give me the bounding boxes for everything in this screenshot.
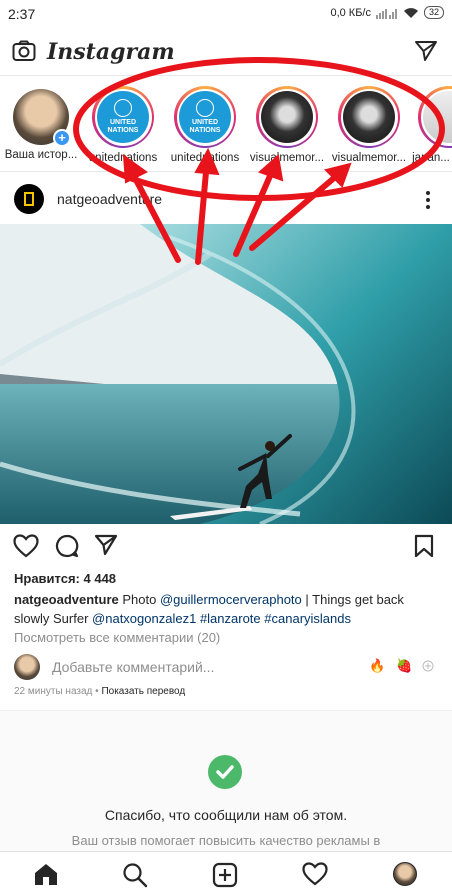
stories-tray: + Ваша истор... UNITED NATIONS unitednat… <box>0 82 452 172</box>
post-username[interactable]: natgeoadventure <box>57 191 162 207</box>
caption-hashtag[interactable]: #canaryislands <box>264 611 351 626</box>
caption-mention[interactable]: @natxogonzalez1 <box>92 611 196 626</box>
signal-icon <box>375 8 397 19</box>
post-header: natgeoadventure <box>0 180 452 220</box>
new-post-plus-icon[interactable] <box>212 862 238 888</box>
search-icon[interactable] <box>122 862 148 888</box>
add-story-plus-icon[interactable]: + <box>53 129 71 147</box>
activity-heart-icon[interactable] <box>302 862 328 886</box>
post-timestamp: 22 минуты назад <box>14 686 93 697</box>
feedback-sub-text: Ваш отзыв помогает повысить качество рек… <box>71 833 381 848</box>
story-unitednations-2[interactable]: UNITED NATIONS unitednations <box>164 86 246 164</box>
ad-feedback-panel: Спасибо, что сообщили нам об этом. Ваш о… <box>0 710 452 860</box>
comment-bubble-icon[interactable] <box>55 534 79 558</box>
story-avatar <box>343 91 395 143</box>
story-name: unitednations <box>88 152 158 164</box>
strawberry-emoji-button[interactable]: 🍓 <box>396 658 412 674</box>
fire-emoji-button[interactable]: 🔥 <box>369 658 385 674</box>
story-visualmemor-2[interactable]: visualmemor... <box>328 86 410 164</box>
camera-icon[interactable] <box>12 40 36 62</box>
story-name: unitednations <box>170 152 240 164</box>
bottom-navigation <box>0 851 452 895</box>
instagram-logo: Instagram <box>47 39 175 65</box>
natgeo-avatar[interactable] <box>14 184 44 214</box>
un-logo-text: NATIONS <box>189 127 221 134</box>
story-name: Ваша истор... <box>4 149 78 161</box>
caption-hashtag[interactable]: #lanzarote <box>200 611 261 626</box>
top-bar: Instagram <box>0 30 452 76</box>
caption-mention[interactable]: @guillermocerveraphoto <box>160 592 302 607</box>
profile-avatar-tab[interactable] <box>393 862 417 886</box>
network-speed: 0,0 КБ/с <box>330 6 371 19</box>
likes-count[interactable]: Нравится: 4 448 <box>14 571 116 586</box>
story-name: visualmemor... <box>331 152 407 164</box>
share-paper-plane-icon[interactable] <box>94 534 118 556</box>
add-reaction-plus-icon[interactable] <box>422 660 434 672</box>
current-user-avatar <box>14 654 40 680</box>
view-all-comments-link[interactable]: Посмотреть все комментарии (20) <box>14 630 220 645</box>
add-comment-row[interactable]: Добавьте комментарий... 🔥 🍓 <box>14 652 439 682</box>
show-translation-link[interactable]: Показать перевод <box>101 686 185 697</box>
story-name: japan... <box>412 152 450 164</box>
direct-message-icon[interactable] <box>414 40 438 62</box>
caption-text: Photo <box>118 592 160 607</box>
un-logo-avatar: UNITED NATIONS <box>179 91 231 143</box>
un-logo-text: UNITED <box>191 119 219 126</box>
un-emblem-icon <box>114 99 132 117</box>
natgeo-logo-icon <box>24 192 34 206</box>
un-logo-avatar: UNITED NATIONS <box>97 91 149 143</box>
story-visualmemor-1[interactable]: visualmemor... <box>246 86 328 164</box>
story-avatar <box>423 91 452 143</box>
bookmark-icon[interactable] <box>414 534 434 558</box>
story-japan[interactable]: japan... <box>410 86 452 164</box>
un-emblem-icon <box>196 99 214 117</box>
status-bar: 2:37 0,0 КБ/с 32 <box>0 0 452 30</box>
like-heart-icon[interactable] <box>13 534 39 558</box>
own-avatar: + <box>13 89 71 147</box>
story-avatar <box>261 91 313 143</box>
surf-wave-photo <box>0 224 452 524</box>
post-caption: natgeoadventure Photo @guillermocerverap… <box>14 590 439 628</box>
status-indicators: 0,0 КБ/с 32 <box>330 6 444 19</box>
story-own[interactable]: + Ваша истор... <box>0 86 82 161</box>
story-name: visualmemor... <box>249 152 325 164</box>
more-options-icon[interactable] <box>424 190 432 210</box>
feedback-thanks-text: Спасибо, что сообщили нам об этом. <box>104 807 348 823</box>
un-logo-text: UNITED <box>109 119 137 126</box>
wifi-icon <box>403 7 418 18</box>
checkmark-icon <box>208 755 242 789</box>
post-actions <box>0 532 452 562</box>
un-logo-text: NATIONS <box>107 127 139 134</box>
post-image[interactable] <box>0 224 452 524</box>
caption-username[interactable]: natgeoadventure <box>14 592 119 607</box>
status-time: 2:37 <box>8 6 36 22</box>
comment-input[interactable]: Добавьте комментарий... <box>52 659 214 675</box>
battery-level: 32 <box>423 6 444 19</box>
story-unitednations-1[interactable]: UNITED NATIONS unitednations <box>82 86 164 164</box>
post-timestamp-row: 22 минуты назад • Показать перевод <box>14 686 185 697</box>
home-icon[interactable] <box>33 862 59 886</box>
